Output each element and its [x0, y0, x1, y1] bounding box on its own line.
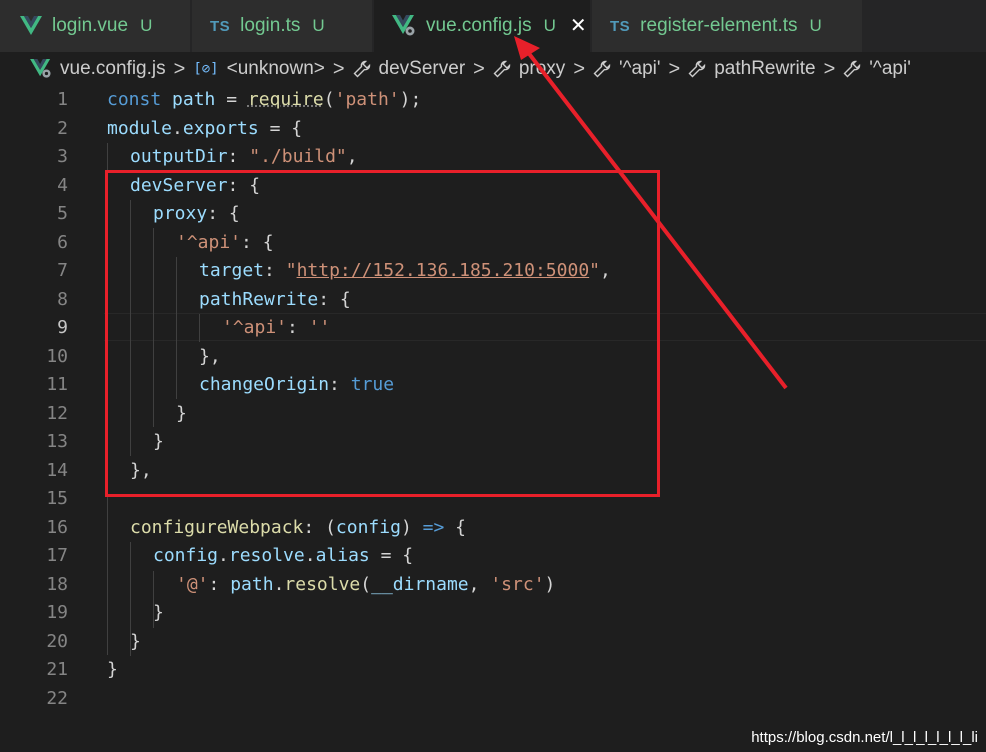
- watermark: https://blog.csdn.net/l_l_l_l_l_l_l_li: [751, 729, 978, 746]
- annotation-arrow: [514, 36, 788, 390]
